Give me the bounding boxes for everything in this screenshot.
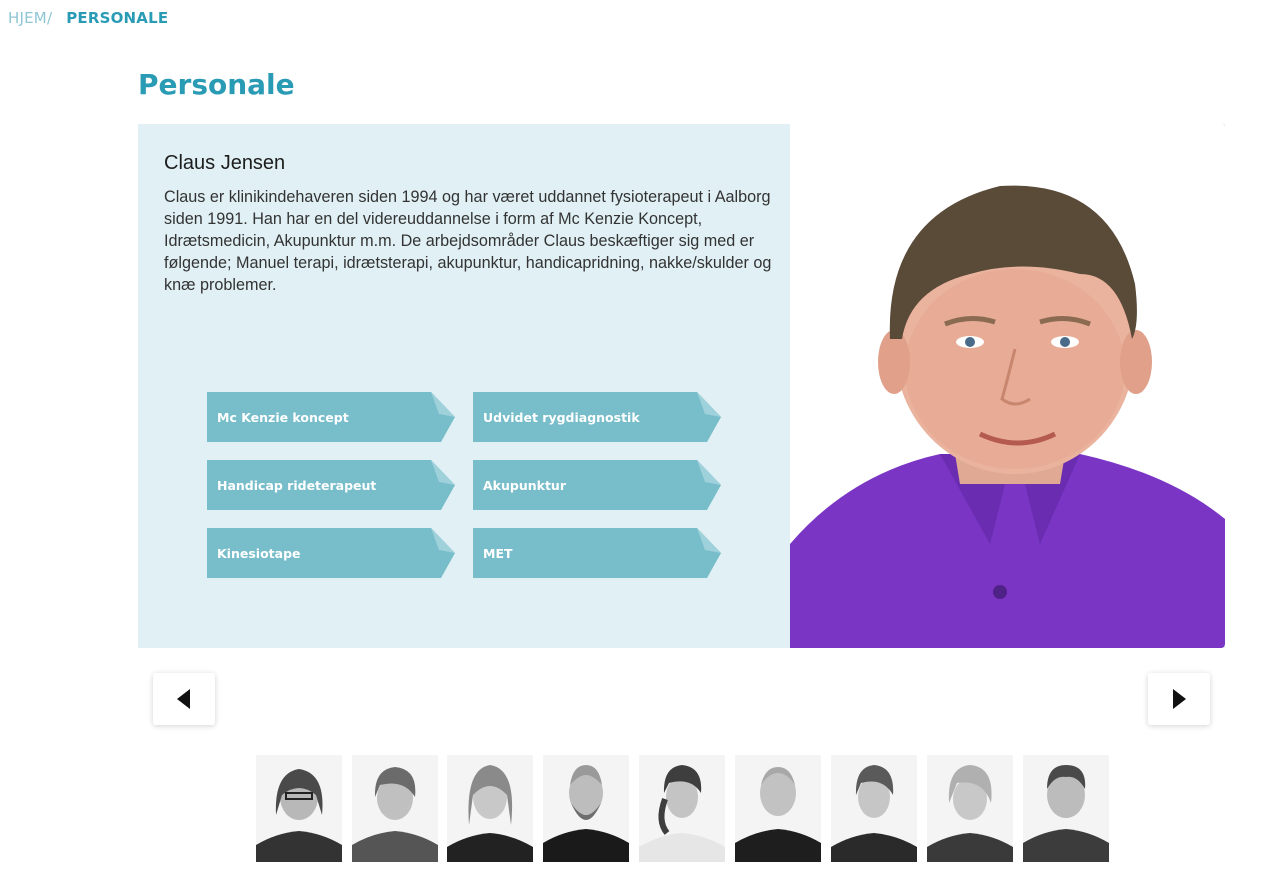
skill-tag: Mc Kenzie koncept bbox=[207, 392, 455, 442]
staff-thumbnail[interactable] bbox=[256, 755, 342, 862]
staff-thumbnail[interactable] bbox=[735, 755, 821, 862]
skill-tag-label: Udvidet rygdiagnostik bbox=[483, 409, 640, 425]
thumbnail-portrait bbox=[256, 755, 342, 862]
skill-tag-label: Kinesiotape bbox=[217, 545, 301, 561]
skill-tag: Akupunktur bbox=[473, 460, 721, 510]
thumbnail-portrait bbox=[447, 755, 533, 862]
skill-tag: Udvidet rygdiagnostik bbox=[473, 392, 721, 442]
thumbnail-portrait bbox=[1023, 755, 1109, 862]
breadcrumb-home-link[interactable]: HJEM bbox=[8, 9, 47, 27]
thumbnail-portrait bbox=[831, 755, 917, 862]
breadcrumb: HJEM/ PERSONALE bbox=[8, 9, 168, 27]
thumbnail-portrait bbox=[927, 755, 1013, 862]
staff-card: Claus Jensen Claus er klinikindehaveren … bbox=[138, 124, 1225, 648]
skill-tag: Kinesiotape bbox=[207, 528, 455, 578]
skill-tag: MET bbox=[473, 528, 721, 578]
staff-thumbnail[interactable] bbox=[447, 755, 533, 862]
breadcrumb-separator: / bbox=[46, 9, 53, 27]
caret-right-icon bbox=[1173, 689, 1186, 709]
skill-tag-label: MET bbox=[483, 545, 513, 561]
person-bio: Claus er klinikindehaveren siden 1994 og… bbox=[164, 188, 772, 294]
staff-thumbnail[interactable] bbox=[1023, 755, 1109, 862]
staff-thumbnail[interactable] bbox=[639, 755, 725, 862]
skill-tag-label: Handicap rideterapeut bbox=[217, 477, 377, 493]
staff-thumbnail[interactable] bbox=[831, 755, 917, 862]
next-button[interactable] bbox=[1148, 673, 1210, 725]
skill-tag-label: Mc Kenzie koncept bbox=[217, 409, 349, 425]
person-name: Claus Jensen bbox=[164, 152, 286, 174]
thumbnail-portrait bbox=[735, 755, 821, 862]
skill-tag: Handicap rideterapeut bbox=[207, 460, 455, 510]
skill-tag-label: Akupunktur bbox=[483, 477, 566, 493]
portrait-illustration bbox=[790, 124, 1225, 648]
caret-left-icon bbox=[177, 689, 190, 709]
thumbnail-portrait bbox=[639, 755, 725, 862]
staff-thumbnail[interactable] bbox=[352, 755, 438, 862]
breadcrumb-current: PERSONALE bbox=[66, 9, 169, 27]
prev-button[interactable] bbox=[153, 673, 215, 725]
staff-thumbnail[interactable] bbox=[927, 755, 1013, 862]
staff-thumbnail[interactable] bbox=[543, 755, 629, 862]
thumbnail-portrait bbox=[352, 755, 438, 862]
page-title: Personale bbox=[138, 68, 295, 101]
person-photo bbox=[790, 124, 1225, 648]
thumbnail-portrait bbox=[543, 755, 629, 862]
